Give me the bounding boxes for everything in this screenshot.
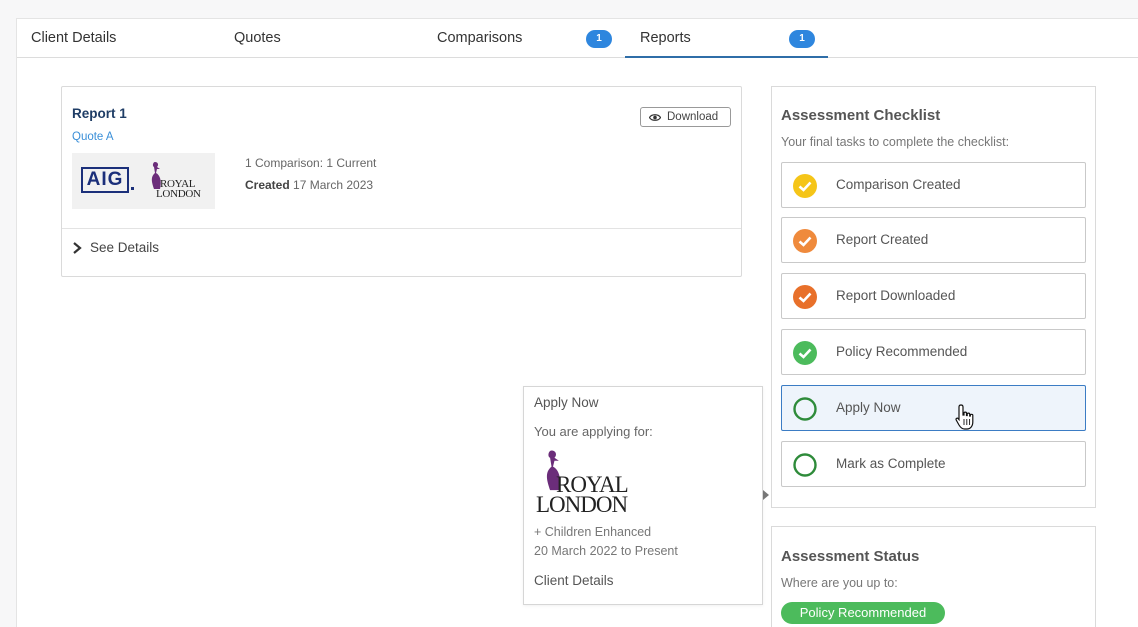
tab-label: Client Details: [31, 30, 117, 46]
checklist-item-label: Report Created: [836, 232, 929, 247]
chevron-right-icon: [73, 242, 82, 254]
tab-quotes[interactable]: Quotes: [234, 19, 281, 58]
tab-label: Quotes: [234, 30, 281, 46]
royal-london-logo: ROYAL LONDON: [144, 161, 208, 201]
created-label: Created: [245, 178, 290, 192]
see-details-label: See Details: [90, 240, 160, 255]
empty-circle-icon: [793, 453, 817, 477]
report-quote-link[interactable]: Quote A: [72, 131, 114, 143]
provider-logos: AIG ROYAL LONDON: [72, 153, 215, 209]
apply-now-popover: Apply Now You are applying for: ROYAL LO…: [523, 386, 769, 605]
client-details-link[interactable]: Client Details: [534, 573, 614, 588]
divider: [62, 228, 741, 229]
report-title: Report 1: [72, 106, 127, 121]
checklist-item-comparison-created[interactable]: Comparison Created: [781, 162, 1086, 208]
tab-comparisons[interactable]: Comparisons: [437, 19, 522, 58]
check-circle-icon: [793, 341, 817, 365]
checklist-item-label: Mark as Complete: [836, 456, 946, 471]
comparison-summary: 1 Comparison: 1 Current: [245, 156, 377, 170]
checklist-item-label: Policy Recommended: [836, 344, 968, 359]
app-window: Client Details Quotes Comparisons 1 Repo…: [16, 18, 1138, 627]
checklist-item-report-downloaded[interactable]: Report Downloaded: [781, 273, 1086, 319]
popover-title: Apply Now: [534, 395, 599, 410]
policy-period: 20 March 2022 to Present: [534, 544, 678, 558]
checklist-item-mark-as-complete[interactable]: Mark as Complete: [781, 441, 1086, 487]
report-card: Report 1 Quote A Download AIG ROYAL LOND…: [61, 86, 742, 277]
checklist-item-label: Report Downloaded: [836, 288, 956, 303]
status-badge: Policy Recommended: [781, 602, 945, 624]
royal-london-line2: LONDON: [156, 188, 201, 200]
tab-label: Comparisons: [437, 30, 523, 46]
comparisons-count-badge: 1: [586, 30, 612, 48]
created-date: 17 March 2023: [293, 178, 374, 192]
hand-pointer-icon: [955, 404, 974, 430]
eye-icon: [649, 114, 661, 121]
check-circle-icon: [793, 285, 817, 309]
checklist-title: Assessment Checklist: [781, 107, 941, 124]
download-label: Download: [667, 111, 719, 123]
checklist-item-report-created[interactable]: Report Created: [781, 217, 1086, 263]
reports-count-badge: 1: [789, 30, 815, 48]
checklist-item-policy-recommended[interactable]: Policy Recommended: [781, 329, 1086, 375]
see-details-toggle[interactable]: See Details: [72, 240, 159, 255]
tab-label: Reports: [640, 30, 691, 46]
aig-logo: AIG: [81, 167, 129, 193]
popover-subtitle: You are applying for:: [534, 424, 653, 439]
checklist-item-label: Comparison Created: [836, 177, 961, 192]
popover-arrow: [763, 490, 769, 500]
empty-circle-icon: [793, 397, 817, 421]
aig-logo-dot: [131, 187, 134, 190]
tab-bar: Client Details Quotes Comparisons 1 Repo…: [17, 19, 1138, 58]
royal-london-line2: LONDON: [536, 492, 628, 517]
checklist-subtitle: Your final tasks to complete the checkli…: [781, 135, 1010, 149]
created-info: Created 17 March 2023: [245, 178, 373, 192]
checklist-item-label: Apply Now: [836, 400, 901, 415]
product-name: + Children Enhanced: [534, 525, 652, 539]
royal-london-logo: ROYAL LONDON: [534, 449, 644, 519]
checklist-item-apply-now[interactable]: Apply Now: [781, 385, 1086, 431]
check-circle-icon: [793, 229, 817, 253]
assessment-checklist: Assessment Checklist Your final tasks to…: [771, 86, 1096, 508]
download-button[interactable]: Download: [640, 107, 731, 127]
status-subtitle: Where are you up to:: [781, 576, 898, 590]
assessment-status: Assessment Status Where are you up to: P…: [771, 526, 1096, 627]
check-circle-icon: [793, 174, 817, 198]
tab-client-details[interactable]: Client Details: [31, 19, 116, 58]
status-title: Assessment Status: [781, 548, 920, 565]
